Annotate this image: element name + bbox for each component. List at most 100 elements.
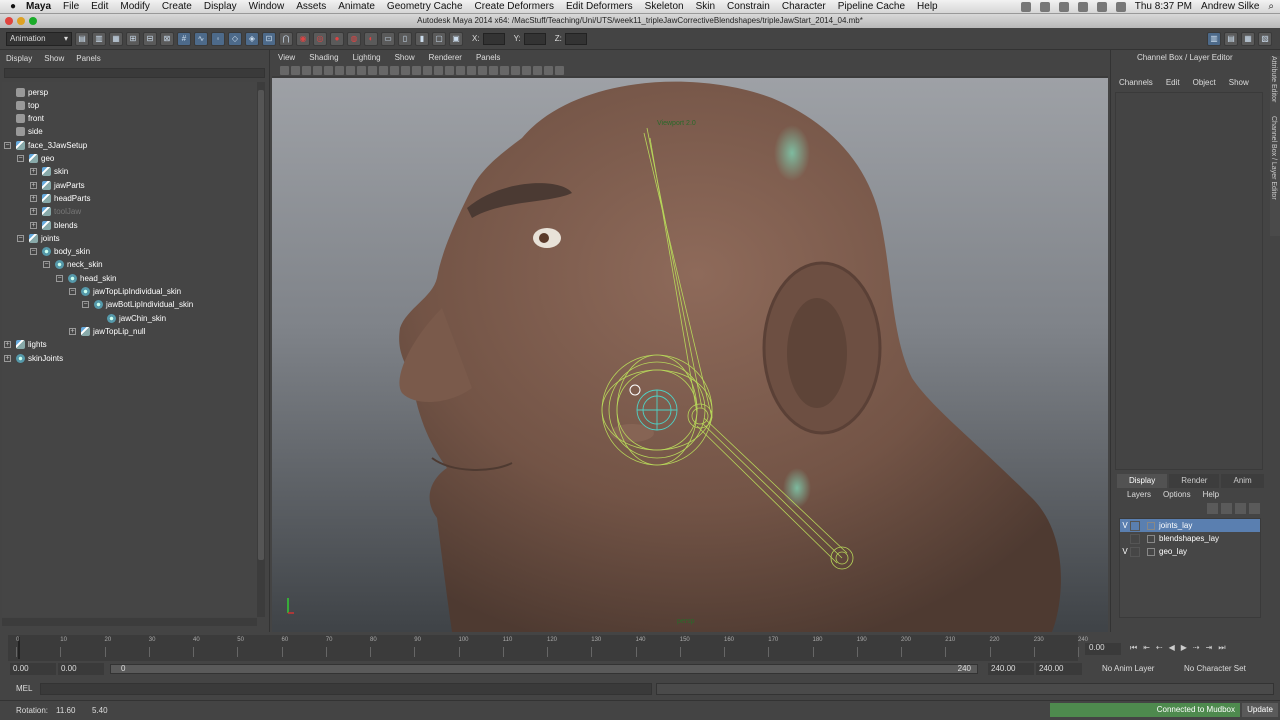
outliner-item-head-skin[interactable]: − head_skin [56, 272, 116, 284]
bluetooth-icon[interactable] [1077, 1, 1088, 12]
layer-tab-anim[interactable]: Anim [1221, 474, 1264, 488]
layer-menu-help[interactable]: Help [1203, 490, 1219, 499]
cloud-icon[interactable] [1020, 1, 1031, 12]
menu-assets[interactable]: Assets [296, 1, 326, 12]
x-field[interactable] [482, 32, 505, 45]
expand-icon[interactable]: + [30, 221, 37, 229]
start-time-field[interactable]: 0.00 [10, 663, 56, 675]
outliner-menu-show[interactable]: Show [44, 54, 64, 63]
save-scene-icon[interactable]: ▦ [109, 31, 123, 46]
channel-menu-channels[interactable]: Channels [1119, 78, 1153, 87]
layer-visibility-toggle[interactable]: V [1120, 547, 1130, 556]
clock[interactable]: Thu 8:37 PM [1135, 1, 1192, 12]
viewport-menu-view[interactable]: View [278, 53, 295, 62]
layer-display-type-toggle[interactable] [1130, 520, 1140, 531]
collapse-icon[interactable]: − [69, 288, 76, 295]
go-to-start-icon[interactable]: ⏮ [1130, 643, 1137, 653]
outliner-item-face-3jawsetup[interactable]: − face_3JawSetup [4, 139, 87, 151]
select-object-icon[interactable]: ⊟ [143, 31, 157, 46]
hypershade-icon[interactable]: ◍ [347, 31, 361, 46]
expand-icon[interactable]: + [30, 168, 37, 176]
range-slider-bar[interactable]: 0 240 [110, 664, 978, 674]
render-settings-icon[interactable]: ● [330, 31, 344, 46]
outliner-item-blends[interactable]: + blends [30, 219, 78, 231]
layer-color-swatch[interactable] [1147, 534, 1155, 543]
menu-modify[interactable]: Modify [120, 1, 149, 12]
end-time-field[interactable]: 240.00 [1036, 663, 1082, 675]
channel-menu-edit[interactable]: Edit [1166, 78, 1180, 87]
menu-character[interactable]: Character [782, 1, 826, 12]
layer-tab-render[interactable]: Render [1169, 474, 1220, 488]
viewport-menu-renderer[interactable]: Renderer [429, 53, 462, 62]
new-scene-icon[interactable]: ▤ [75, 31, 89, 46]
scroll-thumb[interactable] [258, 90, 264, 560]
safe-title-icon[interactable] [412, 65, 421, 75]
expand-icon[interactable]: + [30, 181, 37, 189]
outliner-item-jawtoplipindividual-skin[interactable]: − jawTopLipIndividual_skin [69, 286, 181, 298]
outliner-item-tooljaw[interactable]: + toolJaw [30, 206, 81, 218]
go-to-end-icon[interactable]: ⏭ [1218, 643, 1225, 653]
outliner-item-skinjoints[interactable]: + skinJoints [4, 352, 63, 364]
playback-end-field[interactable]: 240.00 [988, 663, 1034, 675]
textured-icon[interactable] [456, 65, 465, 75]
close-window-button[interactable] [5, 17, 13, 25]
expand-icon[interactable]: + [30, 208, 37, 216]
outliner-item-skin[interactable]: + skin [30, 166, 68, 178]
channel-box-toggle-icon[interactable]: ▣ [449, 31, 463, 46]
time-ruler[interactable]: 0 10 20 30 40 50 60 70 80 90 100 110 120 130 140 150 160… [8, 635, 1088, 661]
anti-aliasing-icon[interactable] [500, 65, 509, 75]
outliner-item-jawchin-skin[interactable]: jawChin_skin [107, 312, 166, 324]
snap-curve-icon[interactable]: ∿ [194, 31, 208, 46]
menu-edit[interactable]: Edit [91, 1, 108, 12]
new-layer-selected-icon[interactable] [1249, 503, 1260, 514]
channel-menu-object[interactable]: Object [1193, 78, 1216, 87]
collapse-icon[interactable]: − [82, 301, 89, 309]
collapse-icon[interactable]: − [56, 274, 63, 282]
menu-geometry-cache[interactable]: Geometry Cache [387, 1, 463, 12]
wireframe-icon[interactable] [423, 65, 432, 75]
expand-icon[interactable]: + [4, 354, 11, 362]
app-menu[interactable]: Maya [26, 1, 51, 12]
current-frame-field[interactable]: 0.00 [1085, 643, 1121, 655]
collapse-icon[interactable]: − [17, 155, 24, 162]
select-component-icon[interactable]: ⊠ [160, 31, 174, 46]
snap-view-plane-icon[interactable]: ◇ [228, 31, 242, 46]
menu-set-dropdown[interactable]: Animation ▾ [6, 31, 72, 46]
magnet-icon[interactable]: ⋂ [279, 31, 293, 46]
smooth-shade-icon[interactable] [434, 65, 443, 75]
layer-display-type-toggle[interactable] [1130, 546, 1140, 557]
outliner-vertical-scrollbar[interactable] [257, 82, 265, 617]
viewport-3d-scene[interactable]: Viewport 2.0 persp [272, 78, 1108, 632]
anim-layer-dropdown[interactable]: No Anim Layer [1102, 663, 1154, 675]
layer-row-blendshapes-lay[interactable]: blendshapes_lay [1120, 532, 1260, 545]
outliner-item-joints[interactable]: − joints [17, 232, 60, 244]
character-set-dropdown[interactable]: No Character Set [1184, 663, 1246, 675]
input-line-icon[interactable]: ▭ [381, 31, 395, 46]
playback-start-field[interactable]: 0.00 [58, 663, 104, 675]
menu-constrain[interactable]: Constrain [727, 1, 770, 12]
select-hierarchy-icon[interactable]: ⊞ [126, 31, 140, 46]
layer-row-geo-lay[interactable]: Vgeo_lay [1120, 545, 1260, 558]
menu-file[interactable]: File [63, 1, 79, 12]
move-layer-down-icon[interactable] [1221, 503, 1232, 514]
layer-menu-layers[interactable]: Layers [1127, 490, 1151, 499]
y-field[interactable] [523, 32, 546, 45]
outliner-item-jawbotlipindividual-skin[interactable]: − jawBotLipIndividual_skin [82, 299, 193, 311]
lights-icon[interactable] [467, 65, 476, 75]
outliner-search-field[interactable] [4, 68, 265, 78]
menu-help[interactable]: Help [917, 1, 938, 12]
apple-icon[interactable]: ● [0, 1, 26, 12]
layer-display-type-toggle[interactable] [1130, 533, 1140, 544]
side-tab-attribute-editor[interactable]: Attribute Editor [1270, 56, 1277, 116]
user-name[interactable]: Andrew Silke [1201, 1, 1259, 12]
outliner-item-persp[interactable]: persp [16, 86, 48, 98]
wireframe-on-shaded-icon[interactable] [445, 65, 454, 75]
collapse-icon[interactable]: − [17, 234, 24, 242]
make-live-icon[interactable]: ◈ [245, 31, 259, 46]
viewport-menu-lighting[interactable]: Lighting [353, 53, 381, 62]
step-back-key-icon[interactable]: ⇤ [1143, 643, 1150, 653]
menu-create-deformers[interactable]: Create Deformers [475, 1, 554, 12]
layer-row-joints-lay[interactable]: Vjoints_lay [1120, 519, 1260, 532]
layer-color-swatch[interactable] [1147, 521, 1155, 530]
z-field[interactable] [564, 32, 587, 45]
